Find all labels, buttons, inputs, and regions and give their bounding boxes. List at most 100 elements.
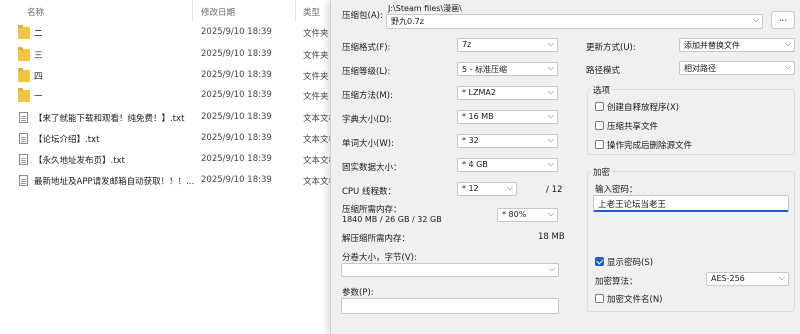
- parameters-label: 参数(P):: [342, 288, 374, 298]
- format-select[interactable]: 7z ⌵: [457, 38, 558, 52]
- file-type: 文件夹: [303, 51, 329, 61]
- chevron-down-icon: ⌵: [784, 62, 791, 71]
- archive-path: J:\Steam files\漫画\: [388, 4, 462, 13]
- text-file-icon: [19, 133, 28, 144]
- file-name: 四: [34, 72, 43, 82]
- sfx-checkbox[interactable]: [595, 102, 604, 111]
- file-name: 【论坛介绍】.txt: [34, 135, 100, 145]
- password-input[interactable]: 上老王论坛当老王: [593, 195, 789, 212]
- word-size-label: 单词大小(W):: [342, 139, 394, 149]
- level-select[interactable]: 5 - 标准压缩 ⌵: [457, 62, 558, 76]
- file-date: 2025/9/10 18:39: [201, 49, 272, 59]
- method-select[interactable]: * LZMA2 ⌵: [457, 86, 558, 100]
- text-file-icon: [19, 112, 28, 123]
- memory-usage-select[interactable]: * 80% ⌵: [497, 208, 558, 222]
- file-row[interactable]: 【永久地址发布页】.txt 2025/9/10 18:39 文本文档: [0, 150, 330, 170]
- chevron-down-icon: ⌵: [548, 264, 555, 273]
- memory-decompress-value: 18 MB: [538, 232, 565, 242]
- file-date: 2025/9/10 18:39: [201, 27, 272, 37]
- file-row[interactable]: 二 2025/9/10 18:39 文件夹: [0, 23, 330, 43]
- cpu-threads-max: / 12: [546, 185, 563, 195]
- cpu-threads-label: CPU 线程数：: [342, 187, 396, 197]
- folder-icon: [18, 47, 30, 61]
- file-type: 文件夹: [303, 72, 329, 82]
- file-date: 2025/9/10 18:39: [201, 112, 272, 122]
- browse-button[interactable]: ...: [771, 11, 795, 29]
- path-mode-label: 路径模式: [586, 66, 621, 76]
- memory-compress-detail: 1840 MB / 26 GB / 32 GB: [342, 215, 442, 224]
- file-row[interactable]: 四 2025/9/10 18:39 文件夹: [0, 66, 330, 86]
- level-label: 压缩等级(L):: [342, 67, 391, 77]
- memory-compress-label: 压缩所需内存：: [342, 205, 402, 215]
- memory-usage-value: * 80%: [502, 210, 527, 219]
- archive-name-combo[interactable]: 野九0.7z ⌵: [386, 14, 763, 29]
- sfx-label[interactable]: 创建自释放程序(X): [607, 101, 679, 113]
- password-value: 上老王论坛当老王: [598, 200, 667, 210]
- path-mode-select[interactable]: 相对路径 ⌵: [679, 61, 795, 75]
- file-row[interactable]: 最新地址及APP请发邮箱自动获取！！！... 2025/9/10 18:39 文…: [0, 171, 330, 191]
- chevron-down-icon: ⌵: [778, 273, 785, 282]
- delete-after-checkbox[interactable]: [595, 140, 604, 149]
- encryption-method-label: 加密算法：: [595, 277, 638, 287]
- encryption-method-select[interactable]: AES-256 ⌵: [706, 272, 789, 286]
- file-row[interactable]: 三 2025/9/10 18:39 文件夹: [0, 45, 330, 65]
- archive-name-value: 野九0.7z: [391, 17, 424, 26]
- show-password-label[interactable]: 显示密码(S): [607, 256, 653, 268]
- file-type: 文本文档: [303, 114, 330, 124]
- file-date: 2025/9/10 18:39: [201, 70, 272, 80]
- column-divider[interactable]: [295, 0, 296, 22]
- archive-label: 压缩包(A):: [342, 11, 383, 21]
- column-header-name[interactable]: 名称: [27, 6, 44, 18]
- folder-icon: [18, 88, 30, 102]
- file-type: 文本文档: [303, 135, 330, 145]
- shared-files-label[interactable]: 压缩共享文件: [607, 120, 658, 132]
- file-date: 2025/9/10 18:39: [201, 154, 272, 164]
- update-mode-select[interactable]: 添加并替换文件 ⌵: [679, 38, 795, 52]
- file-name: 三: [34, 51, 43, 61]
- method-label: 压缩方法(M):: [342, 91, 393, 101]
- file-type: 文件夹: [303, 92, 329, 102]
- column-divider[interactable]: [192, 0, 193, 22]
- options-group-title: 选项: [591, 84, 613, 96]
- solid-block-value: * 4 GB: [462, 160, 488, 169]
- file-type: 文本文档: [303, 177, 330, 187]
- update-mode-label: 更新方式(U):: [586, 43, 636, 53]
- column-header-type[interactable]: 类型: [303, 6, 320, 18]
- show-password-checkbox[interactable]: [595, 257, 604, 266]
- level-value: 5 - 标准压缩: [462, 65, 508, 74]
- password-label: 输入密码：: [595, 185, 638, 195]
- format-value: 7z: [462, 40, 472, 49]
- cpu-threads-value: * 12: [462, 184, 479, 193]
- chevron-down-icon[interactable]: ⌵: [753, 15, 759, 25]
- word-size-value: * 32: [462, 136, 479, 145]
- word-size-select[interactable]: * 32 ⌵: [457, 134, 558, 148]
- parameters-input[interactable]: [341, 298, 559, 314]
- add-to-archive-dialog: 压缩包(A): J:\Steam files\漫画\ 野九0.7z ⌵ ... …: [330, 0, 800, 334]
- file-date: 2025/9/10 18:39: [201, 133, 272, 143]
- solid-block-label: 固实数据大小：: [342, 163, 402, 173]
- file-row[interactable]: 【来了就能下载和观看！纯免费！】.txt 2025/9/10 18:39 文本文…: [0, 108, 330, 128]
- format-label: 压缩格式(F):: [342, 43, 391, 53]
- shared-files-checkbox[interactable]: [595, 121, 604, 130]
- encrypt-names-label[interactable]: 加密文件名(N): [607, 293, 663, 305]
- column-header-date[interactable]: 修改日期: [201, 6, 235, 18]
- method-value: * LZMA2: [462, 88, 496, 97]
- dictionary-label: 字典大小(D):: [342, 115, 393, 125]
- file-name: 二: [34, 29, 43, 39]
- folder-icon: [18, 25, 30, 39]
- file-name: 一: [34, 92, 43, 102]
- file-row[interactable]: 【论坛介绍】.txt 2025/9/10 18:39 文本文档: [0, 129, 330, 149]
- delete-after-label[interactable]: 操作完成后删除源文件: [607, 139, 692, 151]
- file-type: 文件夹: [303, 29, 329, 39]
- cpu-threads-select[interactable]: * 12 ⌵: [457, 182, 517, 196]
- dictionary-select[interactable]: * 16 MB ⌵: [457, 110, 558, 124]
- solid-block-select[interactable]: * 4 GB ⌵: [457, 158, 558, 172]
- chevron-down-icon: ⌵: [547, 135, 554, 144]
- chevron-down-icon: ⌵: [547, 159, 554, 168]
- encrypt-names-checkbox[interactable]: [595, 294, 604, 303]
- volume-size-combo[interactable]: ⌵: [341, 263, 559, 277]
- file-row[interactable]: 一 2025/9/10 18:39 文件夹: [0, 86, 330, 106]
- chevron-down-icon: ⌵: [547, 87, 554, 96]
- dictionary-value: * 16 MB: [462, 112, 494, 121]
- memory-decompress-label: 解压缩所需内存：: [342, 234, 411, 244]
